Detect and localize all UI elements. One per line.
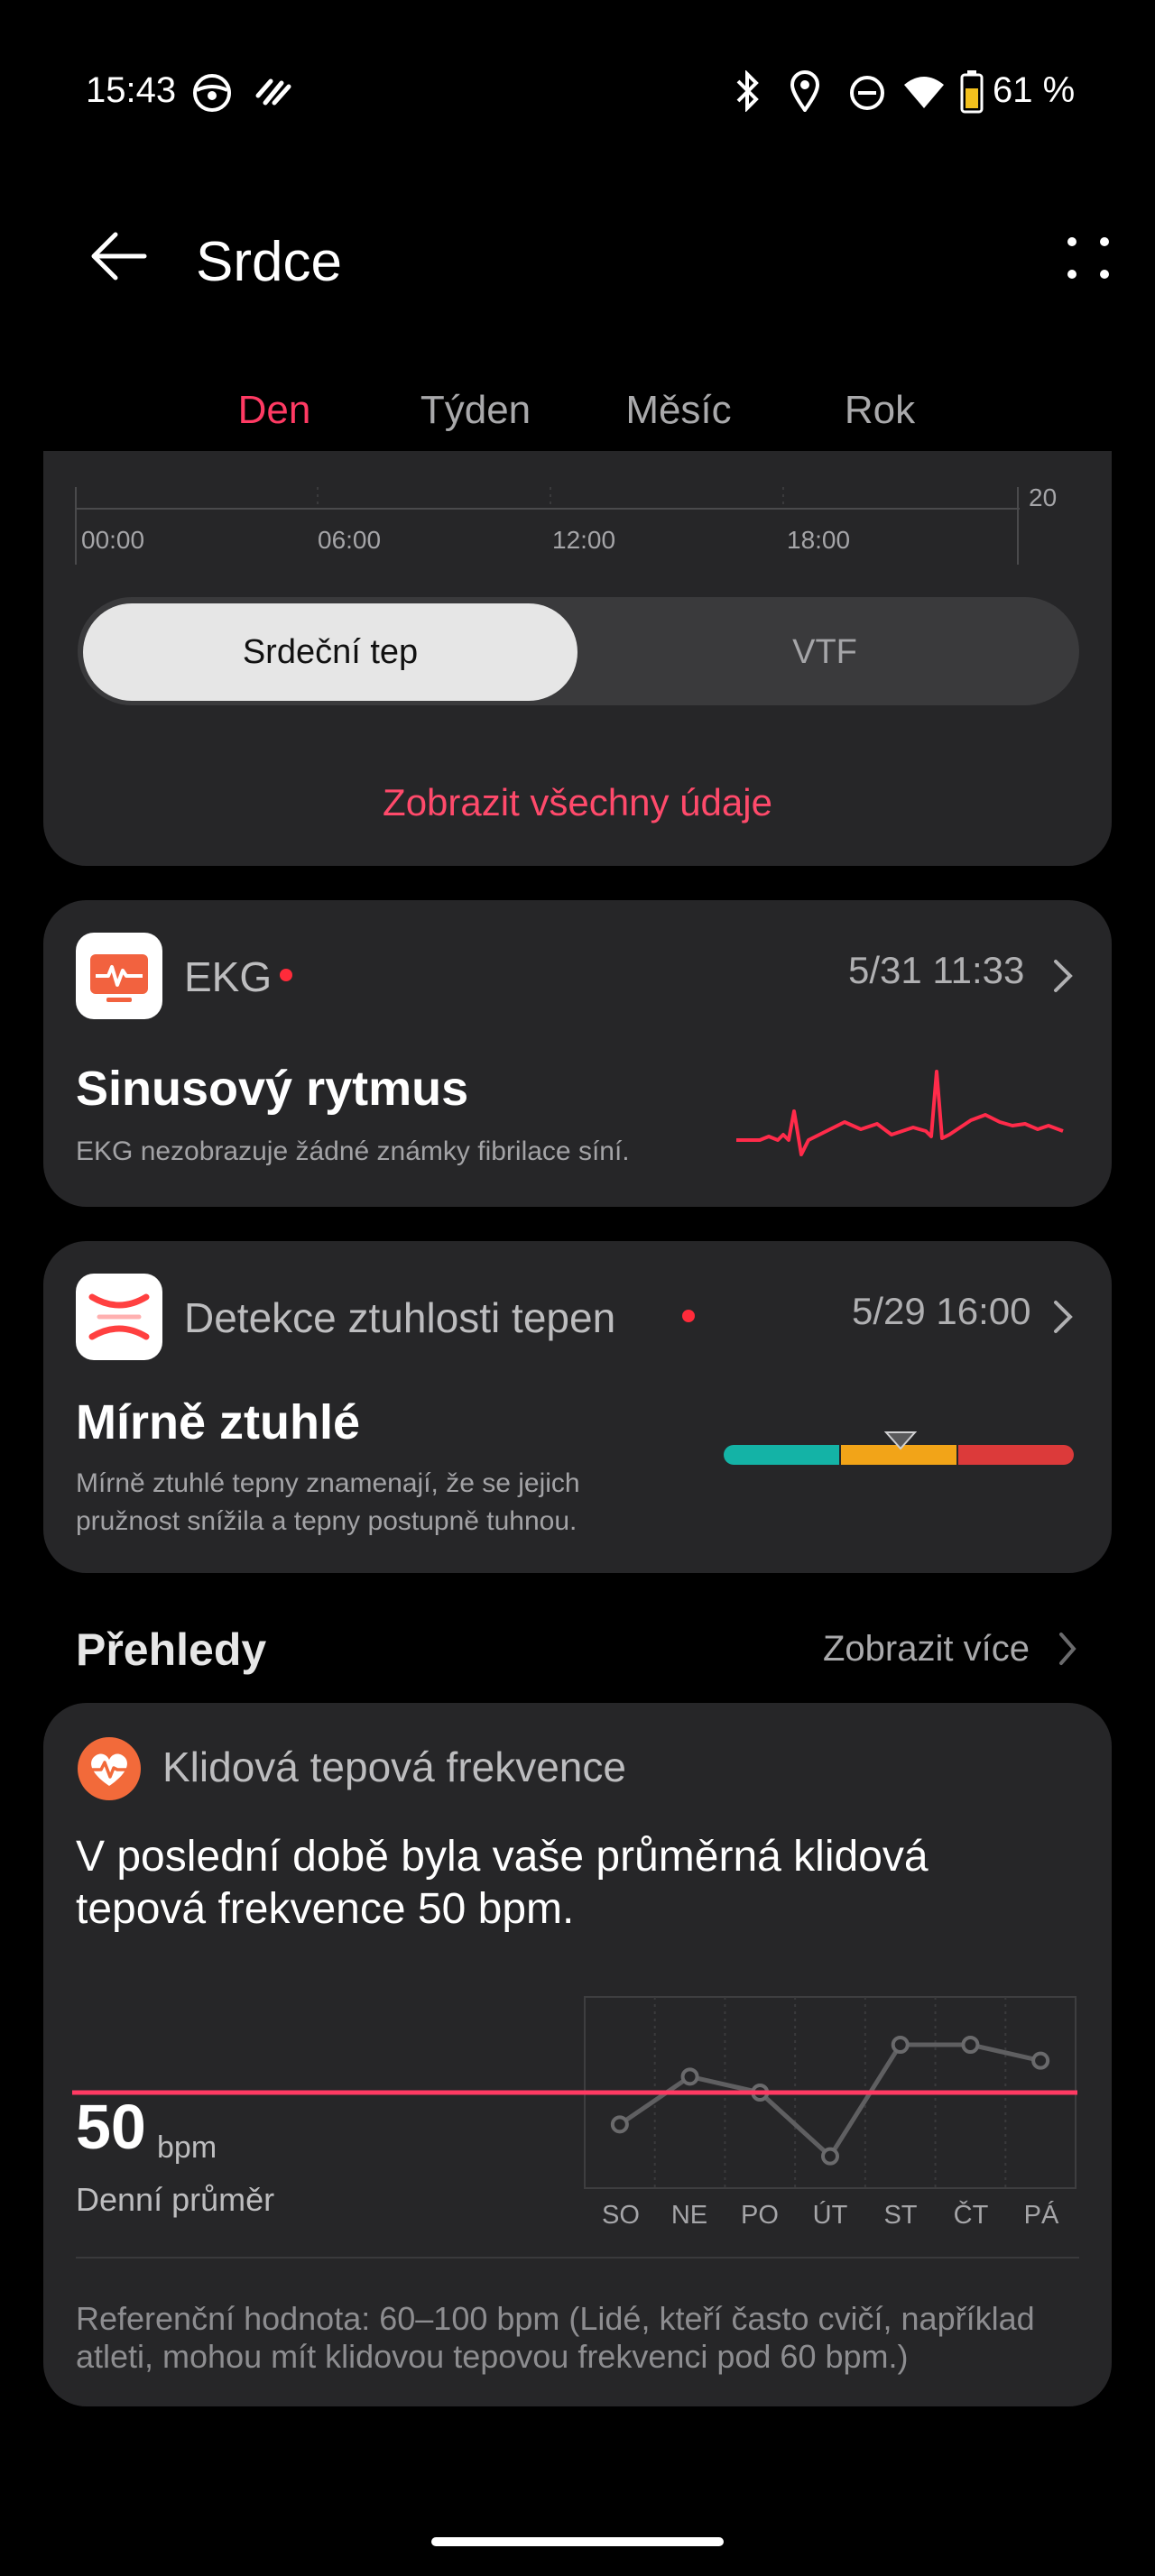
arterial-stiffness-title: Detekce ztuhlosti tepen: [184, 1294, 616, 1341]
chart-day-label: PO: [741, 2201, 779, 2230]
arterial-stiffness-timestamp: 5/29 16:00: [852, 1290, 1031, 1332]
tab-month[interactable]: Měsíc: [606, 388, 751, 433]
home-indicator[interactable]: [431, 2537, 724, 2546]
chart-day-label: PÁ: [1023, 2201, 1059, 2230]
chart-day-label: ČT: [953, 2201, 989, 2230]
resting-hr-value: 50: [76, 2092, 146, 2162]
heart-icon: [78, 1737, 141, 1800]
location-icon: [790, 70, 820, 112]
chart-point: [891, 2036, 910, 2054]
ekg-title: EKG: [184, 953, 273, 1000]
chart-day-label: SO: [602, 2201, 640, 2230]
chart-point: [680, 2067, 699, 2086]
resting-hr-insight-line2: tepová frekvence 50 bpm.: [76, 1885, 575, 1933]
chevron-right-icon[interactable]: [1050, 1297, 1076, 1337]
bluetooth-icon: [736, 70, 759, 112]
do-not-disturb-icon: [850, 76, 884, 110]
battery-percentage: 61 %: [993, 70, 1076, 110]
chart-series-line: [618, 2042, 1041, 2159]
health-app-icon: [255, 78, 291, 106]
tab-day[interactable]: Den: [220, 388, 328, 433]
resting-hr-chart: [72, 1996, 1077, 2189]
overviews-heading: Přehledy: [76, 1624, 267, 1675]
new-data-dot: [682, 1310, 695, 1322]
page-title: Srdce: [196, 231, 342, 293]
axis-value-label: 20: [1029, 483, 1058, 511]
tab-week[interactable]: Týden: [408, 388, 543, 433]
wifi-icon: [904, 77, 944, 108]
segment-hrv[interactable]: VTF: [578, 603, 1072, 701]
daily-average-label: Denní průměr: [76, 2181, 275, 2218]
time-tick: 00:00: [81, 526, 145, 554]
show-all-data-link[interactable]: Zobrazit všechny údaje: [0, 781, 1155, 824]
time-tick: 12:00: [552, 526, 616, 554]
time-tick: 18:00: [787, 526, 851, 554]
chevron-right-icon[interactable]: [1058, 1629, 1079, 1669]
divider: [76, 2257, 1079, 2259]
steering-wheel-icon: [193, 74, 231, 112]
chart-point: [610, 2115, 629, 2134]
battery-icon: [960, 70, 984, 114]
back-arrow-icon[interactable]: [87, 229, 150, 283]
arterial-stiffness-app-icon: [76, 1274, 162, 1360]
reference-value-line2: atleti, mohou mít klidovou tepovou frekv…: [76, 2338, 909, 2375]
stiffness-scale: [724, 1431, 1074, 1465]
chevron-right-icon[interactable]: [1050, 956, 1076, 996]
chart-day-label: NE: [670, 2201, 708, 2230]
reference-value-line1: Referenční hodnota: 60–100 bpm (Lidé, kt…: [76, 2300, 1035, 2337]
ekg-waveform-thumbnail: [736, 1070, 1064, 1156]
arterial-stiffness-description-line1: Mírně ztuhlé tepny znamenají, že se jeji…: [76, 1468, 580, 1498]
show-more-link[interactable]: Zobrazit více: [823, 1629, 1030, 1670]
arterial-stiffness-result: Mírně ztuhlé: [76, 1395, 361, 1449]
time-tick: 06:00: [318, 526, 382, 554]
chart-day-label: ÚT: [812, 2201, 848, 2230]
status-time: 15:43: [86, 70, 177, 110]
ekg-app-icon: [76, 933, 162, 1019]
chart-point: [961, 2036, 980, 2054]
more-options-icon[interactable]: [1065, 235, 1112, 281]
new-data-dot: [280, 969, 292, 981]
resting-hr-unit: bpm: [157, 2130, 217, 2165]
chart-point: [1031, 2051, 1050, 2070]
resting-hr-title: Klidová tepová frekvence: [162, 1743, 626, 1790]
arterial-stiffness-description-line2: pružnost snížila a tepny postupně tuhnou…: [76, 1506, 578, 1536]
ekg-timestamp: 5/31 11:33: [848, 949, 1025, 991]
resting-hr-insight-line1: V poslední době byla vaše průměrná klido…: [76, 1833, 929, 1881]
ekg-result: Sinusový rytmus: [76, 1062, 469, 1116]
segment-heart-rate[interactable]: Srdeční tep: [83, 603, 578, 701]
chart-point: [821, 2147, 839, 2166]
ekg-description: EKG nezobrazuje žádné známky fibrilace s…: [76, 1136, 630, 1166]
chart-day-label: ST: [883, 2201, 918, 2230]
tab-year[interactable]: Rok: [826, 388, 934, 433]
